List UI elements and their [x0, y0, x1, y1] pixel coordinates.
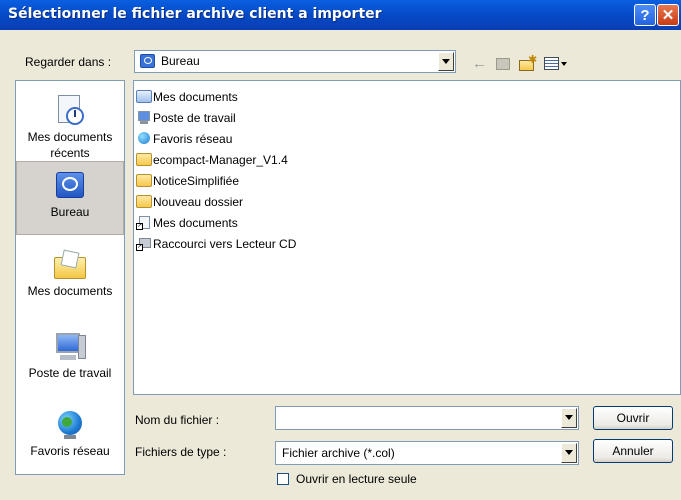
filename-label: Nom du fichier :	[135, 413, 220, 427]
title-bar: Sélectionner le fichier archive client a…	[0, 0, 681, 30]
list-item[interactable]: Mes documents	[136, 87, 238, 107]
filename-input[interactable]	[278, 409, 562, 427]
view-menu-icon[interactable]	[544, 57, 559, 70]
place-mydocuments[interactable]: Mes documents	[16, 241, 124, 315]
folder-icon	[136, 195, 152, 209]
place-label: Favoris réseau	[30, 444, 110, 458]
lookin-label: Regarder dans :	[25, 55, 112, 69]
documents-folder-icon	[136, 90, 152, 104]
filetype-value: Fichier archive (*.col)	[282, 446, 395, 460]
filename-combo[interactable]	[275, 406, 579, 430]
open-button[interactable]: Ouvrir	[593, 406, 673, 430]
file-name: Nouveau dossier	[153, 195, 244, 209]
place-label: Mes documents	[27, 284, 113, 298]
my-computer-icon	[54, 331, 86, 363]
list-item[interactable]: ↗ Mes documents	[136, 213, 238, 233]
folder-icon	[136, 174, 152, 188]
chevron-down-icon[interactable]	[438, 52, 454, 71]
list-item[interactable]: NoticeSimplifiée	[136, 171, 239, 191]
place-label: Poste de travail	[28, 366, 112, 380]
place-recent[interactable]: Mes documents récents	[16, 87, 124, 161]
file-name: Mes documents	[153, 90, 238, 104]
file-name: Mes documents	[153, 216, 238, 230]
place-label: Mes documents récents	[27, 130, 113, 160]
new-folder-icon[interactable]: ✱	[519, 54, 537, 72]
file-name: Raccourci vers Lecteur CD	[153, 237, 297, 251]
readonly-checkbox[interactable]	[277, 473, 289, 485]
place-desktop[interactable]: Bureau	[16, 161, 124, 235]
computer-icon	[136, 111, 152, 125]
lookin-value: Bureau	[161, 54, 200, 68]
desktop-small-icon	[140, 54, 155, 68]
place-mycomputer[interactable]: Poste de travail	[16, 323, 124, 397]
close-button[interactable]: ✕	[657, 4, 679, 26]
window-title: Sélectionner le fichier archive client a…	[8, 6, 382, 22]
file-name: Favoris réseau	[153, 132, 233, 146]
list-item[interactable]: Nouveau dossier	[136, 192, 243, 212]
filetype-dropdown[interactable]: Fichier archive (*.col)	[275, 441, 579, 465]
network-places-icon	[54, 409, 86, 441]
readonly-label: Ouvrir en lecture seule	[296, 472, 417, 486]
cd-shortcut-icon: ↗	[136, 237, 152, 251]
shortcut-icon: ↗	[136, 216, 152, 230]
file-name: NoticeSimplifiée	[153, 174, 240, 188]
recent-documents-icon	[54, 95, 86, 127]
chevron-down-icon[interactable]	[561, 408, 577, 428]
places-bar: Mes documents récents Bureau Mes documen…	[15, 80, 125, 475]
network-icon	[136, 132, 152, 146]
back-arrow-icon[interactable]: ←	[472, 56, 487, 71]
help-button[interactable]: ?	[634, 4, 656, 26]
my-documents-icon	[54, 249, 86, 281]
desktop-icon	[54, 170, 86, 202]
filetype-label: Fichiers de type :	[135, 445, 227, 459]
cancel-button[interactable]: Annuler	[593, 439, 673, 463]
list-item[interactable]: ↗ Raccourci vers Lecteur CD	[136, 234, 296, 254]
place-label: Bureau	[50, 205, 90, 219]
folder-icon	[136, 153, 152, 167]
file-list[interactable]: Mes documents Poste de travail Favoris r…	[133, 80, 681, 395]
file-name: ecompact-Manager_V1.4	[153, 153, 288, 167]
list-item[interactable]: Favoris réseau	[136, 129, 232, 149]
chevron-down-icon[interactable]	[561, 443, 577, 463]
lookin-dropdown[interactable]: Bureau	[134, 50, 456, 73]
list-item[interactable]: ecompact-Manager_V1.4	[136, 150, 288, 170]
view-dropdown-icon[interactable]	[561, 62, 567, 66]
place-network[interactable]: Favoris réseau	[16, 401, 124, 475]
list-item[interactable]: Poste de travail	[136, 108, 236, 128]
up-folder-icon[interactable]	[496, 58, 510, 70]
file-name: Poste de travail	[153, 111, 236, 125]
